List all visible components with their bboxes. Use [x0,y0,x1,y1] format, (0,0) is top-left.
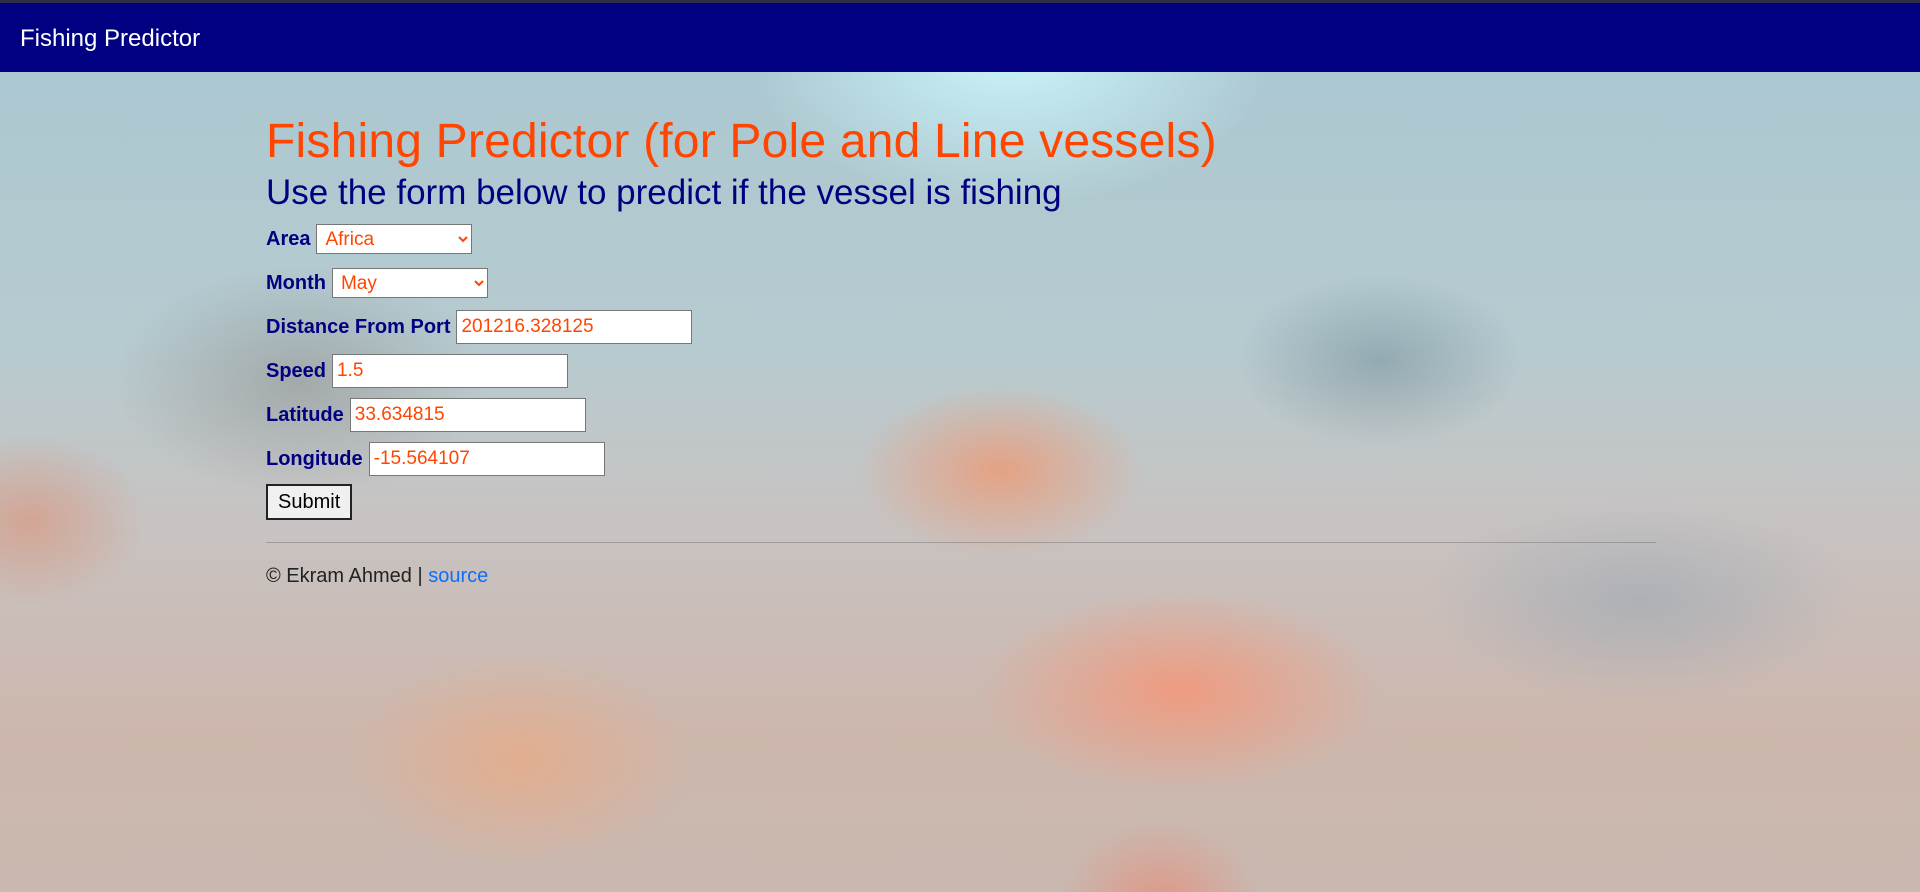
source-link[interactable]: source [428,565,488,587]
page-subtitle: Use the form below to predict if the ves… [266,173,1062,212]
submit-button[interactable]: Submit [266,484,353,520]
longitude-row: Longitude [266,440,1656,478]
distance-row: Distance From Port [266,308,1656,346]
month-select[interactable]: May [331,268,488,298]
footer: © Ekram Ahmed | source [266,565,1656,588]
area-select[interactable]: Africa [316,224,473,254]
month-row: Month May [266,264,1656,302]
speed-label: Speed [266,359,327,382]
submit-row: Submit [266,484,1656,520]
main-content: Fishing Predictor (for Pole and Line ves… [266,112,1656,588]
distance-from-port-label: Distance From Port [266,315,451,338]
latitude-input[interactable] [349,398,586,432]
copyright-text: © Ekram Ahmed | [266,565,423,587]
month-label: Month [266,271,326,294]
page-title: Fishing Predictor (for Pole and Line ves… [266,115,1217,168]
predict-form: Area Africa Month May Distance From Port… [266,220,1656,520]
longitude-label: Longitude [266,447,363,470]
distance-from-port-input[interactable] [456,310,693,344]
longitude-input[interactable] [368,442,605,476]
latitude-label: Latitude [266,403,344,426]
latitude-row: Latitude [266,396,1656,434]
speed-input[interactable] [332,354,569,388]
speed-row: Speed [266,352,1656,390]
navbar: Fishing Predictor [0,0,1920,72]
footer-divider [266,542,1656,543]
area-row: Area Africa [266,220,1656,258]
navbar-brand[interactable]: Fishing Predictor [20,25,200,53]
area-label: Area [266,227,311,250]
